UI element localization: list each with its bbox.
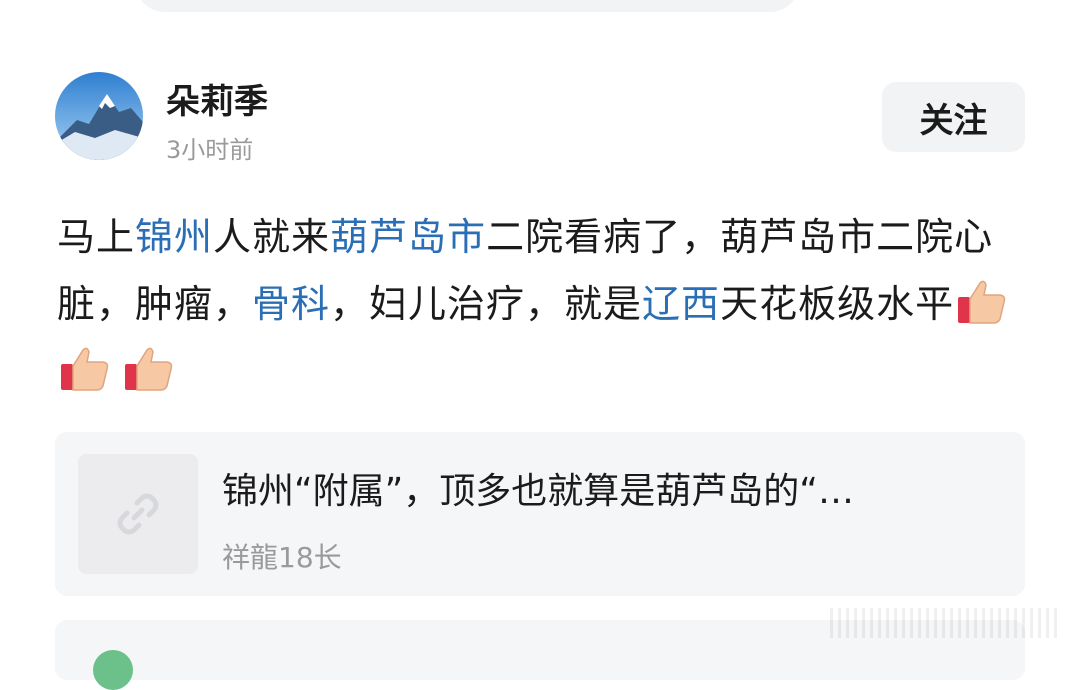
watermark	[830, 608, 1060, 638]
search-bar[interactable]	[135, 0, 800, 12]
next-card-icon	[93, 650, 133, 690]
tag-link-jinzhou[interactable]: 锦州	[135, 215, 213, 259]
tag-link-guke[interactable]: 骨科	[252, 282, 330, 326]
avatar[interactable]	[55, 72, 143, 160]
post-time: 3小时前	[166, 136, 254, 164]
link-thumbnail	[78, 454, 198, 574]
tag-link-liaoxi[interactable]: 辽西	[642, 282, 720, 326]
post-text: 马上锦州人就来葫芦岛市二院看病了，葫芦岛市二院心脏，肿瘤，骨科，妇儿治疗，就是辽…	[57, 204, 1037, 405]
thumbs-up-icon	[57, 340, 113, 396]
thumbs-up-icon	[954, 273, 1010, 329]
link-icon	[117, 493, 159, 535]
linked-article-author: 祥龍18长	[222, 541, 342, 574]
avatar-mountain-image	[55, 72, 143, 160]
post-segment: 天花板级水平	[720, 282, 955, 326]
tag-link-huludao[interactable]: 葫芦岛市	[330, 215, 486, 259]
follow-button[interactable]: 关注	[882, 82, 1025, 152]
post-segment: ，妇儿治疗，就是	[330, 282, 643, 326]
linked-article-title: 锦州“附属”，顶多也就算是葫芦岛的“…	[222, 471, 854, 512]
linked-article-card[interactable]: 锦州“附属”，顶多也就算是葫芦岛的“… 祥龍18长	[55, 432, 1025, 596]
post-segment: 人就来	[213, 215, 331, 259]
post-segment: 马上	[57, 215, 136, 259]
author-name[interactable]: 朵莉季	[166, 74, 268, 123]
thumbs-up-icon	[121, 340, 177, 396]
